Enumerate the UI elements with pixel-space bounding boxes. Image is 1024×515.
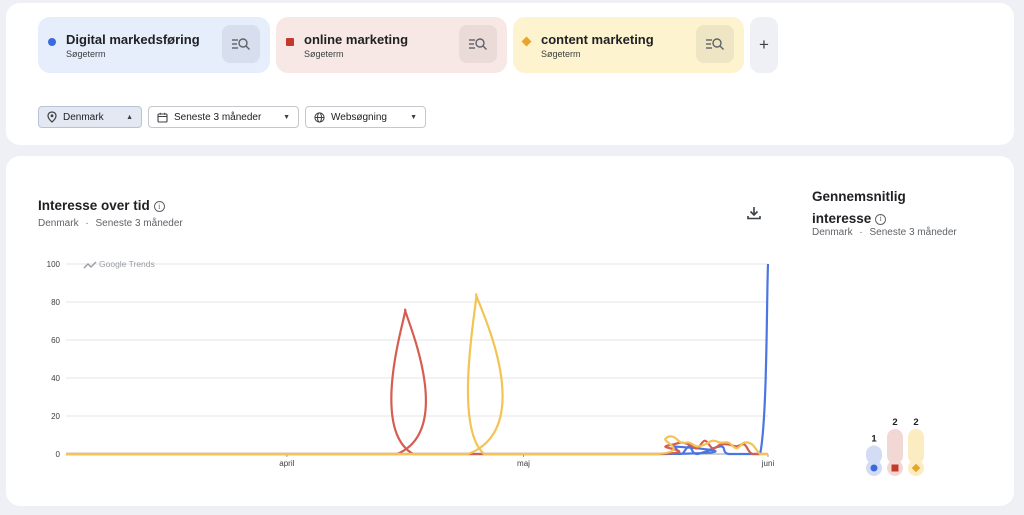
search-term-content-marketing[interactable]: content marketing Søgeterm — [513, 17, 744, 73]
y-tick-label: 60 — [51, 336, 60, 345]
search-term-type: Søgeterm — [304, 49, 344, 59]
explore-search-icon[interactable] — [222, 25, 260, 63]
search-term-type: Søgeterm — [541, 49, 581, 59]
search-type-label: Websøgning — [331, 111, 387, 123]
search-type-filter[interactable]: Websøgning ▼ — [305, 106, 426, 128]
time-range-filter[interactable]: Seneste 3 måneder ▼ — [148, 106, 299, 128]
average-value-label: 2 — [892, 417, 897, 428]
explore-search-icon[interactable] — [696, 25, 734, 63]
circle-marker-icon — [870, 464, 878, 472]
caret-up-icon: ▲ — [126, 113, 133, 121]
average-bar — [908, 429, 924, 464]
caret-down-icon: ▼ — [283, 113, 290, 121]
x-tick-label: maj — [517, 459, 530, 468]
circle-marker-icon — [48, 38, 56, 46]
interest-chart: 0 20 40 60 80 100 april maj juni Google Trends 1 2 2 — [47, 259, 924, 476]
y-tick-label: 20 — [51, 412, 60, 421]
x-tick-label: april — [279, 459, 294, 468]
trend-logo-icon — [83, 261, 97, 269]
calendar-icon — [157, 112, 168, 123]
y-tick-label: 100 — [47, 260, 61, 269]
location-label: Denmark — [63, 111, 104, 123]
search-term-online-marketing[interactable]: online marketing Søgeterm — [276, 17, 507, 73]
x-tick-label: juni — [761, 459, 775, 468]
square-marker-icon — [891, 464, 899, 472]
explore-search-icon[interactable] — [459, 25, 497, 63]
y-tick-label: 0 — [56, 450, 61, 459]
add-term-button[interactable]: + — [750, 17, 778, 73]
average-value-label: 2 — [913, 417, 918, 428]
search-term-digital-markedsforing[interactable]: Digital markedsføring Søgeterm — [38, 17, 270, 73]
interest-card: Interesse over tid i Denmark · Seneste 3 … — [6, 156, 1014, 506]
google-trends-watermark: Google Trends — [99, 259, 155, 269]
caret-down-icon: ▼ — [410, 113, 417, 121]
search-terms-card: Digital markedsføring Søgeterm online ma… — [6, 3, 1014, 145]
location-filter[interactable]: Denmark ▲ — [38, 106, 142, 128]
series-line-3 — [65, 293, 768, 456]
series-line-2 — [65, 308, 768, 456]
search-term-name: online marketing — [304, 32, 409, 47]
diamond-marker-icon — [521, 36, 532, 47]
average-bar — [887, 429, 903, 464]
average-value-label: 1 — [871, 434, 877, 445]
search-term-name: content marketing — [541, 32, 654, 47]
square-marker-icon — [286, 38, 294, 46]
series-line-1 — [65, 263, 770, 456]
location-pin-icon — [47, 111, 57, 123]
y-tick-label: 80 — [51, 298, 60, 307]
search-term-name: Digital markedsføring — [66, 32, 200, 47]
y-tick-label: 40 — [51, 374, 60, 383]
search-term-type: Søgeterm — [66, 49, 106, 59]
globe-icon — [314, 111, 325, 123]
time-range-label: Seneste 3 måneder — [174, 111, 262, 123]
